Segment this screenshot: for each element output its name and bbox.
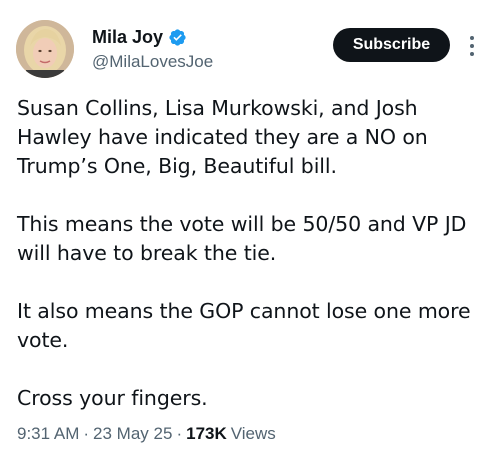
author-display-name[interactable]: Mila Joy bbox=[92, 27, 163, 48]
avatar[interactable] bbox=[16, 20, 74, 78]
tweet-body: Susan Collins, Lisa Murkowski, and Josh … bbox=[17, 94, 487, 442]
author-handle[interactable]: @MilaLovesJoe bbox=[92, 52, 213, 72]
tweet-paragraph: Susan Collins, Lisa Murkowski, and Josh … bbox=[17, 96, 428, 178]
avatar-image bbox=[16, 20, 74, 78]
meta-separator: · bbox=[176, 424, 183, 443]
tweet-date[interactable]: 23 May 25 bbox=[93, 424, 172, 444]
verified-badge-icon bbox=[168, 28, 187, 47]
meta-separator: · bbox=[83, 424, 90, 443]
author-name-row: Mila Joy bbox=[92, 25, 187, 49]
tweet-paragraph: Cross your fingers. bbox=[17, 386, 208, 410]
more-vertical-icon[interactable] bbox=[465, 35, 479, 57]
tweet-time[interactable]: 9:31 AM bbox=[17, 424, 79, 444]
tweet-paragraph: It also means the GOP cannot lose one mo… bbox=[17, 299, 471, 352]
tweet-meta: 9:31 AM · 23 May 25 · 173K Views bbox=[17, 424, 276, 444]
subscribe-button[interactable]: Subscribe bbox=[333, 28, 450, 62]
views-label: Views bbox=[230, 424, 276, 443]
views-count: 173K bbox=[186, 424, 227, 443]
tweet-card: Mila Joy @MilaLovesJoe Subscribe Susan C… bbox=[0, 0, 500, 463]
tweet-paragraph: This means the vote will be 50/50 and VP… bbox=[17, 212, 467, 265]
